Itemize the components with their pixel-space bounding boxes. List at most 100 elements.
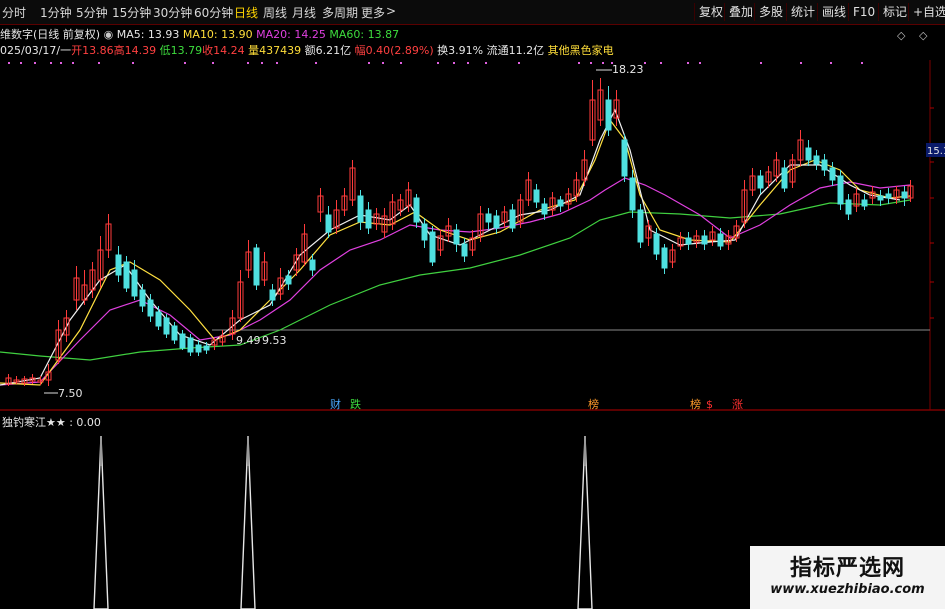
adjust-button[interactable]: 复权 bbox=[694, 3, 727, 21]
marker-dot bbox=[485, 62, 487, 64]
tab-1min[interactable]: 1分钟 bbox=[40, 4, 72, 21]
tab-intraday[interactable]: 分时 bbox=[2, 4, 26, 21]
turnover-value: 换3.91% bbox=[437, 44, 484, 57]
candle-body bbox=[139, 289, 146, 307]
candle-body bbox=[187, 337, 194, 353]
spike-tip bbox=[584, 436, 586, 466]
candle-body bbox=[203, 345, 210, 351]
candle-body bbox=[163, 317, 170, 335]
ma-info-bar: 维数字(日线 前复权) ◉ MA5: 13.93 MA10: 13.90 MA2… bbox=[0, 26, 399, 42]
candle-body bbox=[309, 259, 316, 271]
marker-dot bbox=[687, 62, 689, 64]
candle-body bbox=[421, 223, 428, 241]
ma10-value: MA10: 13.90 bbox=[182, 28, 253, 41]
tab-weekly[interactable]: 周线 bbox=[263, 4, 287, 21]
multi-stock-button[interactable]: 多股 bbox=[754, 3, 787, 21]
candle-body bbox=[253, 247, 260, 286]
marker-dot bbox=[20, 62, 22, 64]
watermark-logo: 指标严选网 www.xuezhibiao.com bbox=[750, 546, 945, 609]
tab-monthly[interactable]: 月线 bbox=[292, 4, 316, 21]
settings-circle-icon[interactable]: ◉ bbox=[104, 28, 114, 41]
candle-body bbox=[413, 197, 420, 223]
candle-body bbox=[605, 99, 612, 131]
tab-15min[interactable]: 15分钟 bbox=[112, 4, 151, 21]
diamond-icon[interactable]: ◇ bbox=[919, 29, 927, 42]
tab-daily[interactable]: 日线 bbox=[234, 4, 258, 21]
candle-body bbox=[901, 191, 908, 199]
candle-body bbox=[781, 167, 788, 189]
marker-dot bbox=[60, 62, 62, 64]
price-chart[interactable]: 18.23 7.50 9.499.53 15.1 财跌 榜 榜 $ 涨 bbox=[0, 0, 945, 609]
candle-body bbox=[821, 159, 828, 171]
mark-button[interactable]: 标记 bbox=[878, 3, 911, 21]
draw-line-button[interactable]: 画线 bbox=[817, 3, 850, 21]
marker-dot bbox=[8, 62, 10, 64]
candle-body bbox=[131, 269, 138, 297]
event-marker: 涨 bbox=[732, 398, 743, 411]
ma60-value: MA60: 13.87 bbox=[329, 28, 400, 41]
marker-dot bbox=[644, 62, 646, 64]
candle-body bbox=[195, 344, 202, 353]
marker-dot bbox=[400, 62, 402, 64]
marker-dot bbox=[830, 62, 832, 64]
tab-multi-period[interactable]: 多周期 bbox=[322, 4, 358, 21]
tab-30min[interactable]: 30分钟 bbox=[153, 4, 192, 21]
ma5-line bbox=[0, 108, 901, 386]
candle-body bbox=[629, 177, 636, 211]
indicator-label: 独钓寒江★★ : 0.00 bbox=[2, 416, 101, 429]
marker-dot bbox=[660, 62, 662, 64]
tab-60min[interactable]: 60分钟 bbox=[194, 4, 233, 21]
tab-more[interactable]: 更多 bbox=[361, 4, 385, 21]
candle-body bbox=[653, 233, 660, 255]
candle-body bbox=[365, 209, 372, 229]
candle-body bbox=[829, 167, 836, 181]
candle-body bbox=[171, 325, 178, 341]
ma20-value: MA20: 14.25 bbox=[256, 28, 326, 41]
diamond-icon[interactable]: ◇ bbox=[897, 29, 905, 42]
candle-body bbox=[877, 195, 884, 201]
watermark-title: 指标严选网 bbox=[789, 556, 905, 581]
marker-dot bbox=[98, 62, 100, 64]
candle-body bbox=[885, 193, 892, 199]
event-marker: 榜 bbox=[588, 397, 599, 411]
candle-body bbox=[685, 237, 692, 245]
amount-value: 额6.21亿 bbox=[304, 44, 352, 57]
marker-dot bbox=[315, 62, 317, 64]
event-marker: 榜 bbox=[690, 397, 701, 411]
candle-body bbox=[621, 139, 628, 177]
marker-dot bbox=[368, 62, 370, 64]
candle-body bbox=[661, 247, 668, 269]
timeframe-toolbar: 分时 1分钟 5分钟 15分钟 30分钟 60分钟 日线 周线 月线 多周期 更… bbox=[0, 0, 945, 25]
candle-body bbox=[637, 209, 644, 243]
marker-dot bbox=[184, 62, 186, 64]
overlay-button[interactable]: 叠加 bbox=[724, 3, 757, 21]
current-price-tag: 15.1 bbox=[927, 146, 945, 157]
ma5-value: MA5: 13.93 bbox=[116, 28, 180, 41]
candle-body bbox=[701, 235, 708, 245]
tab-5min[interactable]: 5分钟 bbox=[76, 4, 108, 21]
candle-body bbox=[269, 289, 276, 301]
marker-dot bbox=[760, 62, 762, 64]
candle-body bbox=[147, 299, 154, 317]
event-marker: $ bbox=[706, 398, 713, 411]
marker-dot bbox=[72, 62, 74, 64]
high-price: 高14.39 bbox=[113, 44, 157, 57]
chevron-right-icon[interactable]: > bbox=[386, 4, 396, 18]
statistics-button[interactable]: 统计 bbox=[786, 3, 819, 21]
candle-body bbox=[429, 231, 436, 263]
marker-dot bbox=[467, 62, 469, 64]
sector-name[interactable]: 其他黑色家电 bbox=[548, 44, 614, 57]
f10-button[interactable]: F10 bbox=[848, 3, 879, 21]
marker-dot bbox=[50, 62, 52, 64]
candle-body bbox=[115, 254, 122, 276]
spike-tip bbox=[100, 436, 102, 466]
add-watchlist-button[interactable]: +自选 bbox=[908, 3, 945, 21]
mid-left-label: 9.49 bbox=[236, 334, 261, 347]
marker-dot bbox=[247, 62, 249, 64]
close-price: 收14.24 bbox=[202, 44, 245, 57]
candle-body bbox=[123, 261, 130, 289]
marker-dot bbox=[578, 62, 580, 64]
candle-body bbox=[357, 195, 364, 223]
candle-body bbox=[453, 229, 460, 245]
marker-dot bbox=[437, 62, 439, 64]
